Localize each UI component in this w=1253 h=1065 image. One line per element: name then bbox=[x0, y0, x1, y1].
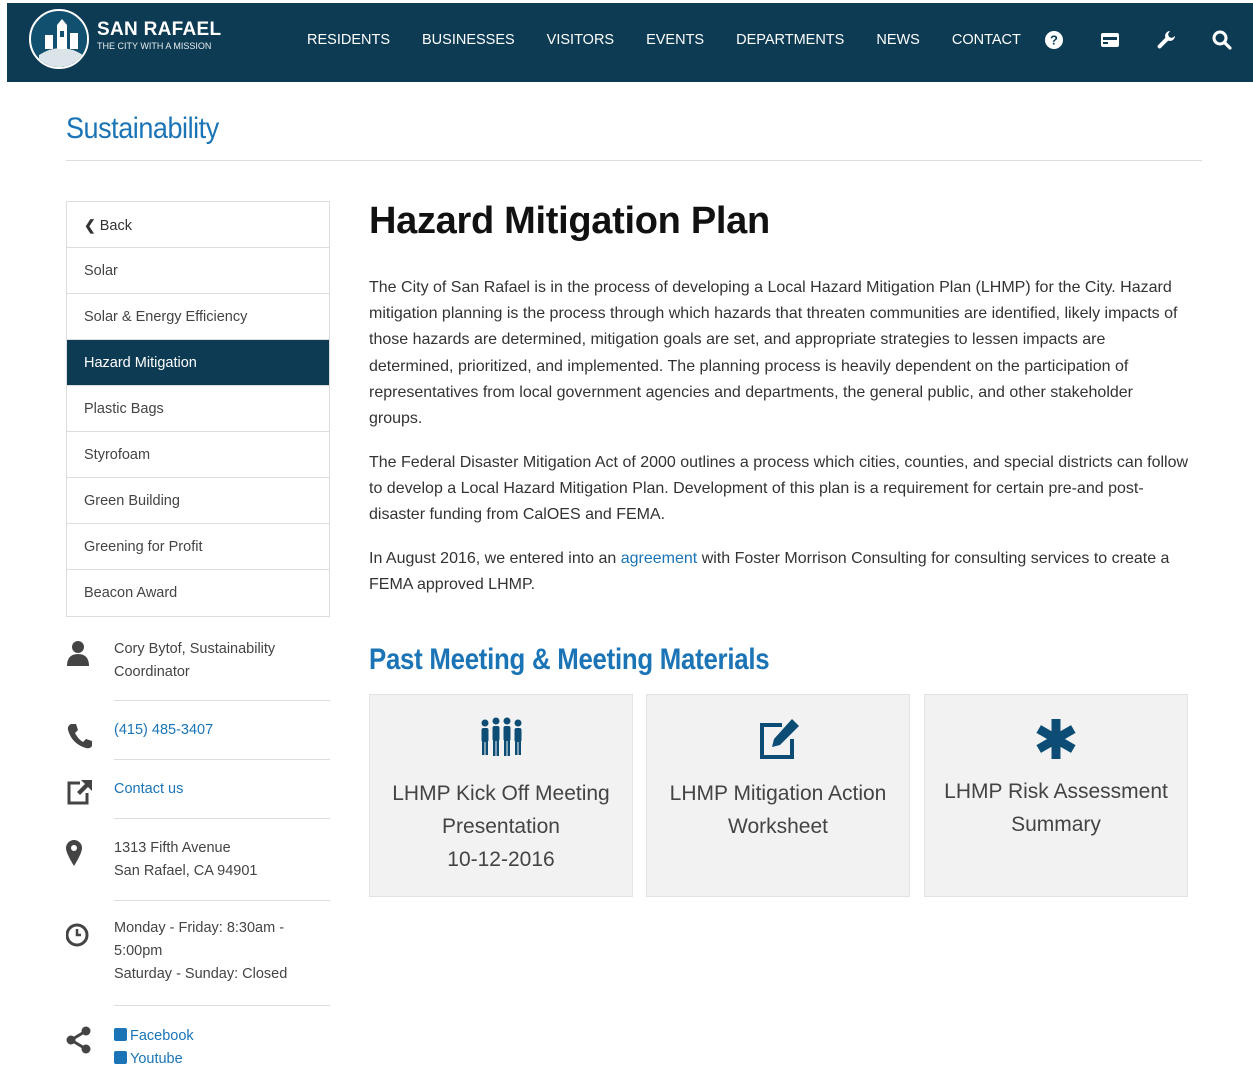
nav-news[interactable]: NEWS bbox=[876, 31, 920, 49]
youtube-label: Youtube bbox=[130, 1051, 183, 1065]
back-link[interactable]: ❮ Back bbox=[67, 202, 329, 248]
user-icon bbox=[66, 640, 92, 668]
youtube-link[interactable]: Youtube bbox=[114, 1048, 194, 1065]
logo-title: SAN RAFAEL bbox=[97, 19, 222, 40]
card-mitigation-worksheet[interactable]: LHMP Mitigation Action Worksheet bbox=[646, 694, 910, 897]
help-icon[interactable]: ? bbox=[1043, 29, 1065, 51]
section-divider bbox=[66, 160, 1202, 161]
contact-divider bbox=[114, 818, 330, 819]
sidebar-item-beacon-award[interactable]: Beacon Award bbox=[67, 570, 329, 616]
sidebar-item-solar-energy-efficiency[interactable]: Solar & Energy Efficiency bbox=[67, 294, 329, 340]
external-link-icon bbox=[66, 778, 92, 806]
card-label-line2: Summary bbox=[1011, 813, 1101, 836]
nav-contact[interactable]: CONTACT bbox=[952, 31, 1021, 49]
back-label: Back bbox=[99, 218, 132, 234]
share-icon bbox=[66, 1026, 92, 1054]
hours-line1: Monday - Friday: 8:30am - bbox=[114, 920, 285, 936]
svg-text:?: ? bbox=[1050, 33, 1058, 48]
hours-line3: Saturday - Sunday: Closed bbox=[114, 966, 288, 982]
header-tools: ? bbox=[1043, 29, 1253, 51]
search-icon[interactable] bbox=[1211, 29, 1233, 51]
card-label-line2: Worksheet bbox=[728, 815, 828, 838]
contact-divider bbox=[114, 759, 330, 760]
clock-icon bbox=[66, 922, 92, 950]
asterisk-icon bbox=[1032, 717, 1080, 761]
agreement-paragraph: In August 2016, we entered into an agree… bbox=[369, 546, 1189, 598]
site-header: SAN RAFAEL THE CITY WITH A MISSION RESID… bbox=[7, 3, 1253, 82]
logo-subtitle: THE CITY WITH A MISSION bbox=[97, 41, 212, 51]
contact-divider bbox=[114, 700, 330, 701]
sidebar-item-green-building[interactable]: Green Building bbox=[67, 478, 329, 524]
sidebar-item-plastic-bags[interactable]: Plastic Bags bbox=[67, 386, 329, 432]
main-nav: RESIDENTS BUSINESSES VISITORS EVENTS DEP… bbox=[307, 31, 1053, 49]
address-line2: San Rafael, CA 94901 bbox=[114, 863, 258, 879]
facebook-link[interactable]: Facebook bbox=[114, 1025, 194, 1048]
contact-name-line2: Coordinator bbox=[114, 664, 190, 680]
wrench-icon[interactable] bbox=[1155, 29, 1177, 51]
card-risk-assessment[interactable]: LHMP Risk Assessment Summary bbox=[924, 694, 1188, 897]
sidebar-item-greening-for-profit[interactable]: Greening for Profit bbox=[67, 524, 329, 570]
group-icon bbox=[477, 717, 525, 761]
youtube-icon bbox=[114, 1051, 127, 1064]
nav-departments[interactable]: DEPARTMENTS bbox=[736, 31, 844, 49]
card-label-line3: 10-12-2016 bbox=[447, 848, 555, 871]
hours-line2: 5:00pm bbox=[114, 943, 163, 959]
sidebar-item-hazard-mitigation[interactable]: Hazard Mitigation bbox=[67, 340, 329, 386]
edit-icon bbox=[754, 717, 802, 761]
card-label-line1: LHMP Risk Assessment bbox=[944, 780, 1168, 803]
card-label-line2: Presentation bbox=[442, 815, 560, 838]
nav-businesses[interactable]: BUSINESSES bbox=[422, 31, 515, 49]
contact-name-line1: Cory Bytof, Sustainability bbox=[114, 641, 276, 657]
federal-act-paragraph: The Federal Disaster Mitigation Act of 2… bbox=[369, 454, 1189, 524]
contact-divider bbox=[114, 900, 330, 901]
facebook-label: Facebook bbox=[130, 1028, 194, 1044]
nav-visitors[interactable]: VISITORS bbox=[547, 31, 614, 49]
phone-link[interactable]: (415) 485-3407 bbox=[114, 719, 213, 742]
chevron-left-icon: ❮ bbox=[84, 217, 96, 233]
facebook-icon bbox=[114, 1028, 127, 1041]
nav-residents[interactable]: RESIDENTS bbox=[307, 31, 390, 49]
section-title: Sustainability bbox=[66, 112, 219, 145]
payment-card-icon[interactable] bbox=[1099, 29, 1121, 51]
card-label-line1: LHMP Mitigation Action bbox=[669, 782, 887, 805]
contact-divider bbox=[114, 1005, 330, 1006]
side-nav: ❮ Back Solar Solar & Energy Efficiency Ha… bbox=[66, 201, 330, 617]
page-title: Hazard Mitigation Plan bbox=[369, 200, 770, 242]
agreement-link[interactable]: agreement bbox=[621, 550, 698, 567]
phone-icon bbox=[66, 722, 92, 750]
card-kickoff-meeting[interactable]: LHMP Kick Off Meeting Presentation 10-12… bbox=[369, 694, 633, 897]
city-logo-icon[interactable] bbox=[29, 9, 89, 69]
logo-wordmark[interactable]: SAN RAFAEL THE CITY WITH A MISSION bbox=[97, 20, 221, 52]
map-marker-icon bbox=[66, 840, 92, 868]
sidebar-item-solar[interactable]: Solar bbox=[67, 248, 329, 294]
intro-paragraph: The City of San Rafael is in the process… bbox=[369, 279, 1178, 428]
address-line1: 1313 Fifth Avenue bbox=[114, 840, 231, 856]
sidebar-item-styrofoam[interactable]: Styrofoam bbox=[67, 432, 329, 478]
agreement-text-before: In August 2016, we entered into an bbox=[369, 550, 621, 567]
card-label-line1: LHMP Kick Off Meeting bbox=[392, 782, 610, 805]
nav-events[interactable]: EVENTS bbox=[646, 31, 704, 49]
contact-us-link[interactable]: Contact us bbox=[114, 778, 183, 801]
meetings-heading: Past Meeting & Meeting Materials bbox=[369, 643, 770, 676]
